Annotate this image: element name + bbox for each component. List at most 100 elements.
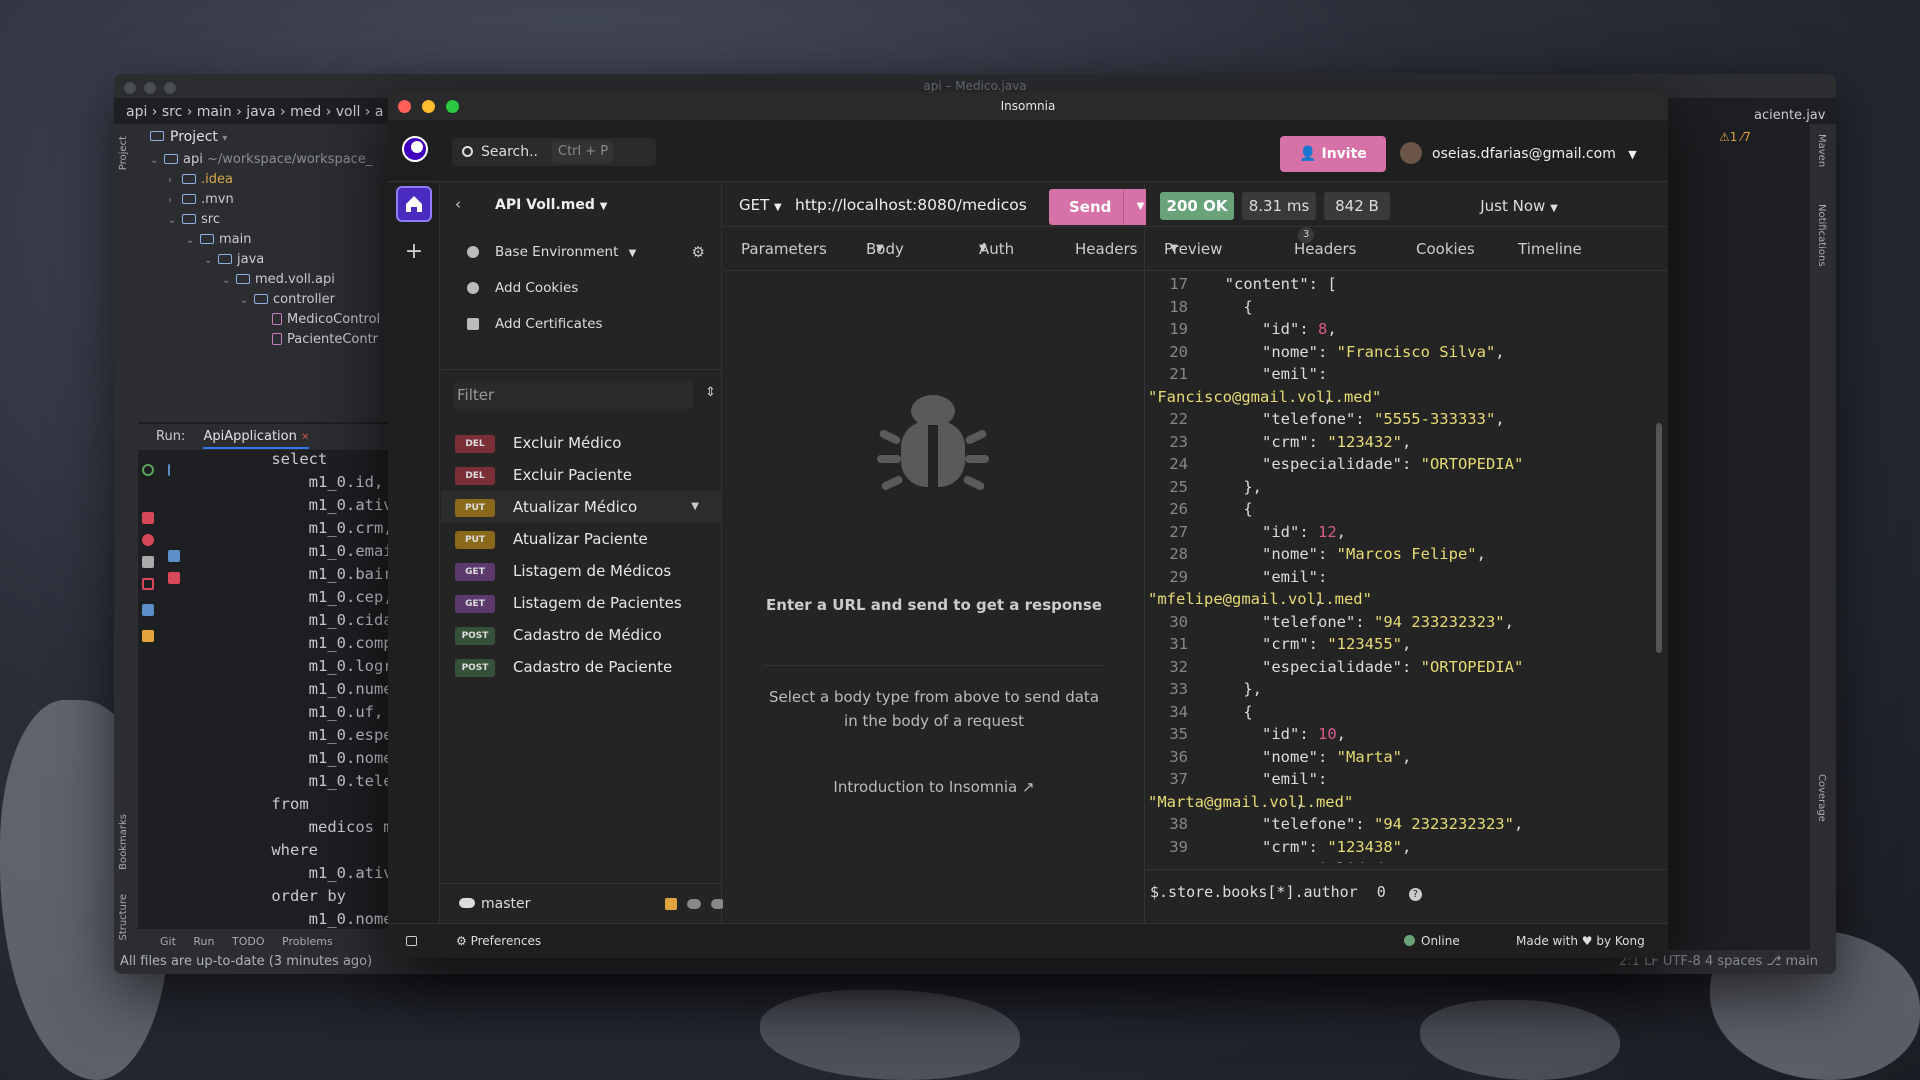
response-body[interactable]: 17 "content": [18 {19 "id": 8, 20 "nome":…: [1146, 273, 1656, 863]
search-shortcut: Ctrl + P: [552, 141, 615, 163]
notifications-strip-label[interactable]: Notifications: [1816, 204, 1827, 267]
home-button[interactable]: [396, 186, 432, 222]
chevron-right-icon[interactable]: ›: [168, 191, 182, 211]
empty-title: Enter a URL and send to get a response: [766, 596, 1102, 614]
maximize-dot-icon[interactable]: [164, 82, 176, 94]
branch-selector[interactable]: master: [441, 883, 725, 923]
filter-input[interactable]: Filter: [453, 381, 693, 409]
up-arrow-icon[interactable]: [168, 464, 180, 476]
tab-timeline[interactable]: Timeline: [1518, 227, 1582, 271]
exit-icon[interactable]: [142, 578, 154, 590]
chevron-right-icon[interactable]: ›: [168, 171, 182, 191]
invite-button[interactable]: 👤 Invite: [1280, 136, 1386, 172]
warning-counter[interactable]: ⚠1 ⁄7: [1719, 130, 1751, 144]
branch-name: master: [481, 896, 531, 912]
tab-cookies[interactable]: Cookies: [1416, 227, 1475, 271]
code-line: 17 "content": [: [1146, 273, 1656, 296]
print-icon[interactable]: [168, 550, 180, 562]
ide-breadcrumb[interactable]: api › src › main › java › med › voll › a: [126, 104, 383, 120]
request-item[interactable]: PUT Atualizar Paciente: [441, 523, 721, 555]
run-bottom-tab[interactable]: Run: [193, 935, 214, 948]
history-dropdown[interactable]: Just Now ▼: [1464, 192, 1574, 220]
code-line: 22 "telefone": "5555-333333",: [1146, 408, 1656, 431]
chevron-down-icon[interactable]: ⌄: [150, 151, 164, 171]
structure-strip-label[interactable]: Structure: [118, 894, 129, 941]
method-select[interactable]: GET ▼: [739, 183, 782, 230]
online-status[interactable]: Online: [1404, 924, 1460, 958]
json-string: "Marta": [1336, 747, 1402, 766]
code-line: "mfelipe@gmail.voll.med",: [1146, 588, 1656, 611]
intro-link[interactable]: Introduction to Insomnia ↗: [763, 775, 1105, 799]
insomnia-logo-icon[interactable]: [402, 136, 428, 162]
method-badge: POST: [455, 659, 495, 677]
response-filter[interactable]: $.store.books[*].author 0 ?: [1146, 869, 1668, 913]
add-project-button[interactable]: +: [402, 240, 426, 264]
todo-tab[interactable]: TODO: [232, 935, 265, 948]
json-key: "nome":: [1206, 747, 1337, 766]
gear-icon[interactable]: ⚙: [692, 234, 705, 270]
request-item[interactable]: DEL Excluir Médico: [441, 427, 721, 459]
json-key: "especialidade":: [1206, 657, 1421, 676]
chevron-down-icon[interactable]: ⌄: [186, 231, 200, 251]
user-menu[interactable]: oseias.dfarias@gmail.com ▼: [1400, 136, 1637, 172]
coverage-strip-label[interactable]: Coverage: [1816, 774, 1827, 822]
sidebar-toggle-icon[interactable]: [406, 936, 417, 946]
chevron-down-icon: ▼: [979, 243, 987, 254]
close-icon[interactable]: ✕: [301, 432, 309, 443]
send-button[interactable]: Send ▼: [1049, 189, 1157, 225]
add-cookies-item[interactable]: Add Cookies: [441, 270, 721, 306]
chevron-down-icon[interactable]: ▼: [691, 491, 699, 523]
request-item[interactable]: DEL Excluir Paciente: [441, 459, 721, 491]
made-with-link[interactable]: Made with ♥ by Kong: [1516, 924, 1645, 958]
request-item[interactable]: GET Listagem de Médicos: [441, 555, 721, 587]
preferences-button[interactable]: ⚙ Preferences: [456, 924, 541, 958]
help-icon[interactable]: ?: [1408, 888, 1422, 901]
bookmarks-strip-label[interactable]: Bookmarks: [118, 814, 129, 870]
close-dot-icon[interactable]: [124, 82, 136, 94]
stop-icon[interactable]: [142, 512, 154, 524]
environment-list: Base Environment ▼ ⚙ Add Cookies Add Cer…: [441, 234, 721, 342]
rerun-icon[interactable]: [142, 464, 154, 476]
editor-tab[interactable]: aciente.jav: [1754, 108, 1825, 123]
request-name: Atualizar Paciente: [513, 530, 648, 548]
request-item[interactable]: POST Cadastro de Médico: [441, 619, 721, 651]
code-line: 31 "crm": "123455",: [1146, 633, 1656, 656]
camera-icon[interactable]: [142, 556, 154, 568]
chevron-down-icon[interactable]: ⌄: [204, 251, 218, 271]
scrollbar[interactable]: [1656, 423, 1662, 653]
search-bar[interactable]: Search.. Ctrl + P: [452, 138, 656, 166]
chevron-down-icon[interactable]: ⌄: [240, 291, 254, 311]
run-tab[interactable]: ApiApplication ✕: [203, 429, 310, 449]
java-class-icon: [272, 313, 282, 325]
line-number: 19: [1169, 320, 1188, 338]
sort-icon[interactable]: ⇕: [705, 385, 716, 400]
maven-strip-label[interactable]: Maven: [1816, 134, 1827, 167]
package-icon[interactable]: [665, 898, 677, 910]
collection-name[interactable]: API Voll.med ▼: [495, 197, 607, 213]
project-strip-label[interactable]: Project: [118, 136, 129, 170]
git-tab[interactable]: Git: [160, 935, 176, 948]
request-item[interactable]: PUT Atualizar Médico ▼: [441, 491, 721, 523]
layout-icon[interactable]: [142, 604, 154, 616]
request-item[interactable]: GET Listagem de Pacientes: [441, 587, 721, 619]
tab-headers[interactable]: Headers: [1075, 227, 1137, 271]
line-number: 35: [1169, 725, 1188, 743]
insomnia-window: Insomnia Search.. Ctrl + P 👤 Invite osei…: [388, 92, 1668, 958]
debug-icon[interactable]: [142, 534, 154, 546]
trash-icon[interactable]: [168, 572, 180, 584]
minimize-dot-icon[interactable]: [144, 82, 156, 94]
line-number: 40: [1146, 858, 1188, 863]
json-key: ,: [1401, 747, 1412, 766]
chevron-down-icon[interactable]: ⌄: [222, 271, 236, 291]
pin-icon[interactable]: [142, 630, 154, 642]
request-item[interactable]: POST Cadastro de Paciente: [441, 651, 721, 683]
base-environment-item[interactable]: Base Environment ▼ ⚙: [441, 234, 721, 270]
problems-tab[interactable]: Problems: [282, 935, 333, 948]
chevron-down-icon[interactable]: ⌄: [168, 211, 182, 231]
add-certificates-item[interactable]: Add Certificates: [441, 306, 721, 342]
back-button[interactable]: ‹: [455, 195, 461, 213]
url-input[interactable]: http://localhost:8080/medicos: [795, 183, 1027, 227]
tab-parameters[interactable]: Parameters: [741, 227, 827, 271]
cloud-download-icon[interactable]: [687, 899, 701, 909]
chevron-down-icon: ▼: [628, 248, 637, 259]
